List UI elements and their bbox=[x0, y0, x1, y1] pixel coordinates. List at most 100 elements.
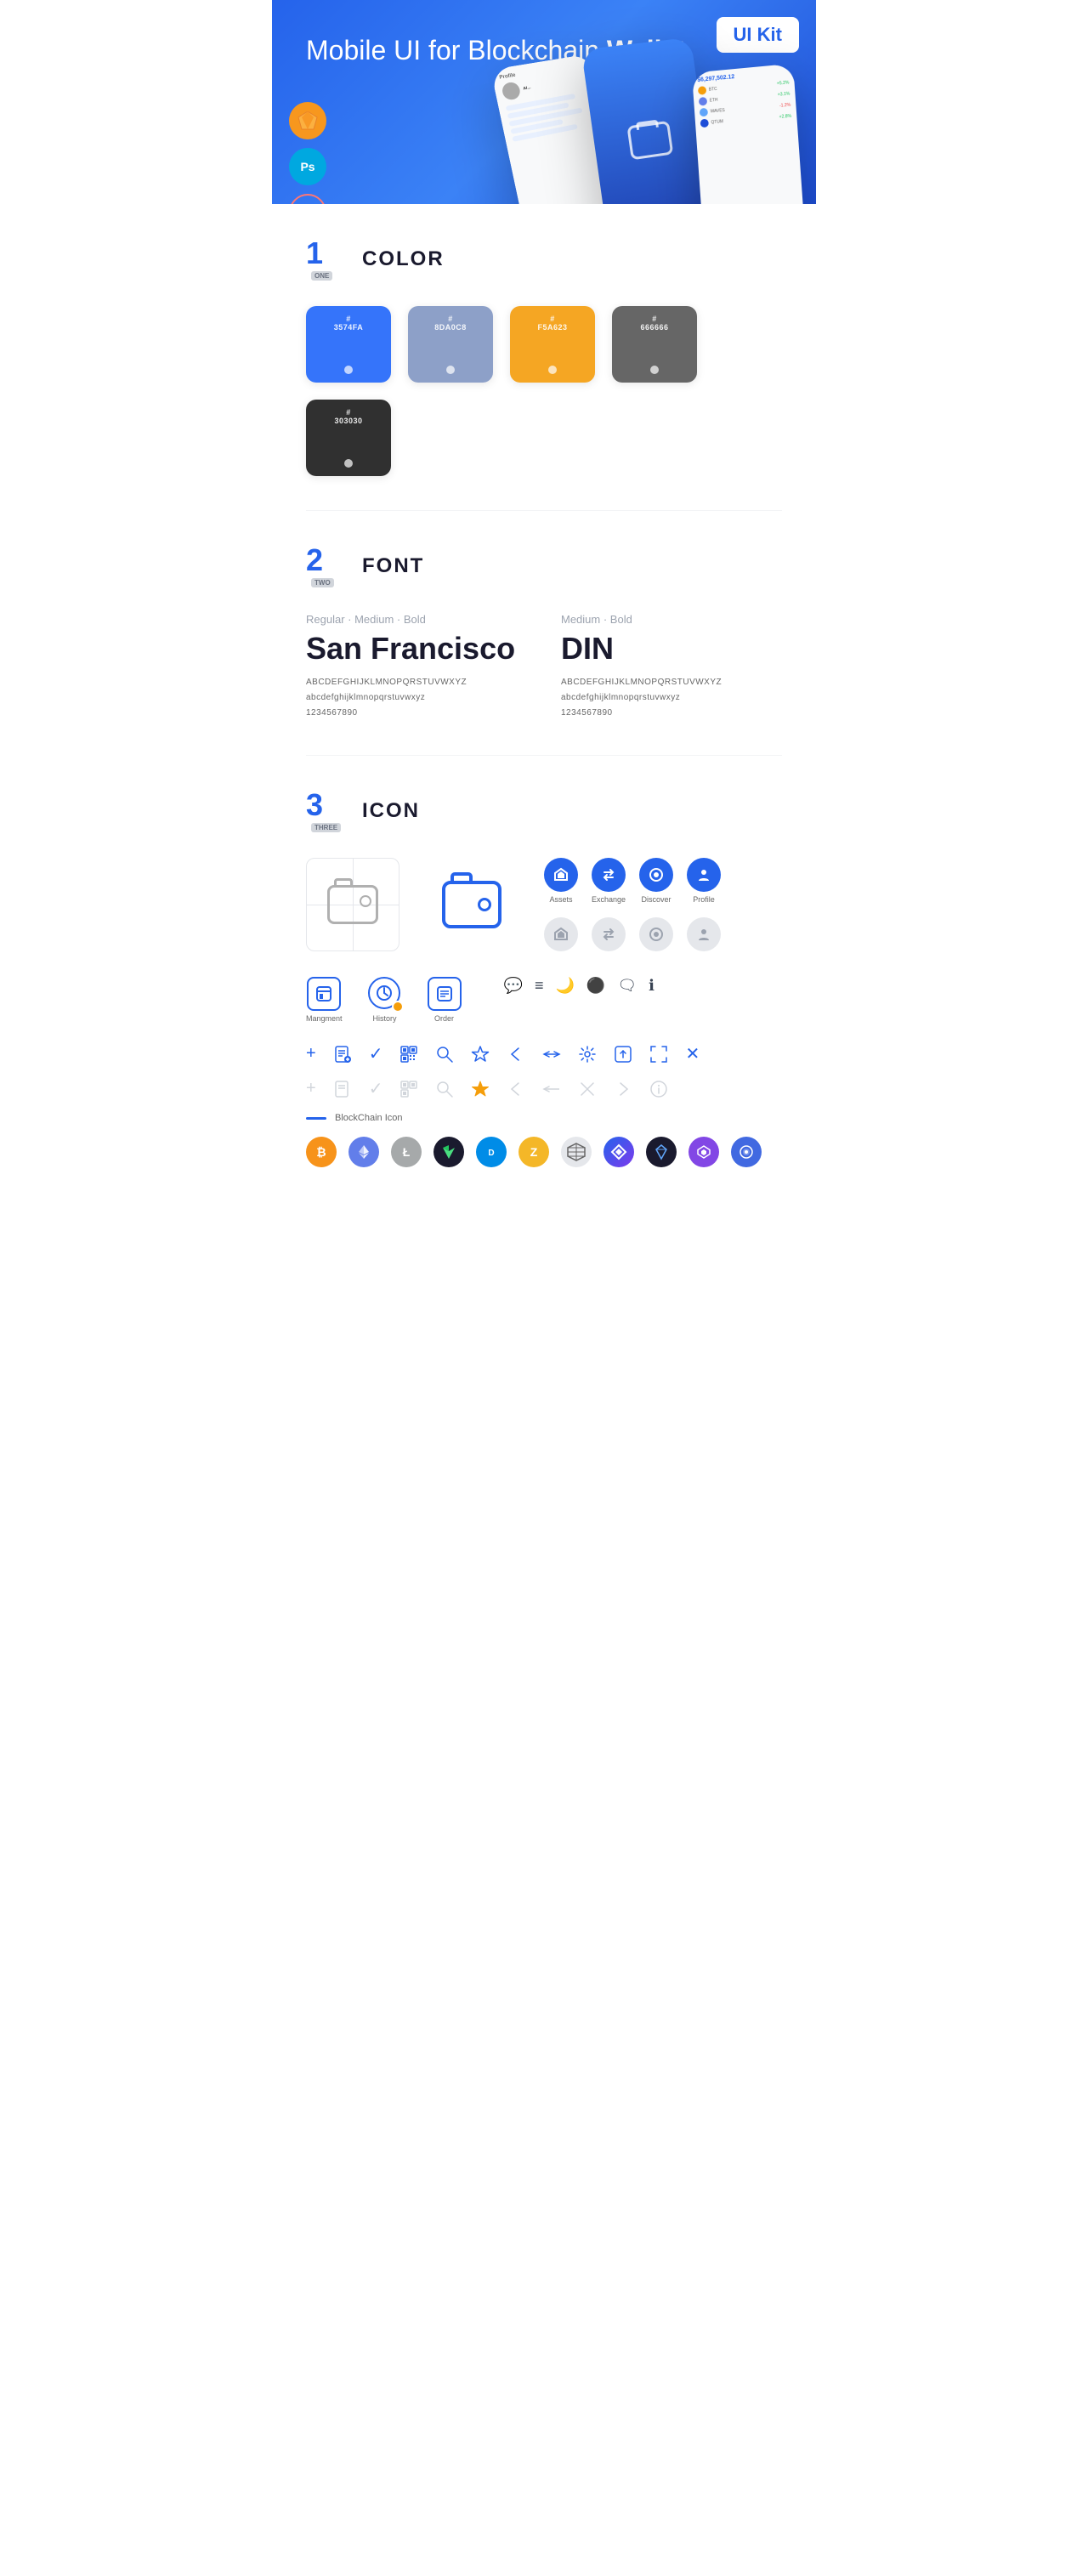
share-icon bbox=[542, 1045, 561, 1064]
wallet-blue-icon bbox=[442, 881, 502, 928]
star-icon-yellow bbox=[471, 1080, 490, 1098]
wallet-blue-box bbox=[425, 858, 518, 951]
font1-uppercase: ABCDEFGHIJKLMNOPQRSTUVWXYZ bbox=[306, 675, 527, 690]
x-icon-gray bbox=[578, 1080, 597, 1098]
exchange-icon-inactive bbox=[592, 917, 626, 951]
hero-badges: Ps 60+Screens bbox=[289, 102, 326, 204]
history-label: History bbox=[373, 1014, 397, 1023]
discover-icon-circle bbox=[639, 858, 673, 892]
profile-icon-inactive bbox=[687, 917, 721, 951]
history-clock-svg bbox=[376, 984, 393, 1001]
search-icon-gray bbox=[435, 1080, 454, 1098]
font2-numbers: 1234567890 bbox=[561, 706, 782, 721]
management-icon bbox=[315, 985, 332, 1002]
blockchain-label-text: BlockChain Icon bbox=[335, 1113, 403, 1123]
nav-icon-exchange: Exchange bbox=[592, 858, 626, 904]
color-title: COLOR bbox=[362, 247, 445, 271]
icon-management: Mangment bbox=[306, 977, 343, 1023]
bottom-icons-row: Mangment History bbox=[306, 977, 782, 1023]
discover-icon-gray bbox=[649, 927, 664, 942]
crypto-icons-row: ₿ Ł D Z bbox=[306, 1137, 782, 1167]
nav-icons-group: Assets Exchange bbox=[544, 858, 721, 951]
icon-section: 3 THREE ICON bbox=[272, 756, 816, 1201]
color-swatch-gray-blue: # 8DA0C8 bbox=[408, 306, 493, 383]
edit-doc-icon bbox=[333, 1045, 352, 1064]
crypto-grid-icon bbox=[561, 1137, 592, 1167]
edit-doc-icon-gray bbox=[333, 1080, 352, 1098]
matic-svg bbox=[695, 1143, 712, 1160]
photoshop-badge: Ps bbox=[289, 148, 326, 185]
color-section: 1 ONE COLOR # 3574FA # 8DA0C8 # F5A623 bbox=[272, 204, 816, 510]
svg-text:D: D bbox=[488, 1149, 494, 1158]
icon-section-header: 3 THREE ICON bbox=[306, 790, 782, 832]
nav-icon-assets: Assets bbox=[544, 858, 578, 904]
font1-numbers: 1234567890 bbox=[306, 706, 527, 721]
color-swatch-gray: # 666666 bbox=[612, 306, 697, 383]
moon-icon: 🌙 bbox=[555, 977, 574, 995]
gem-svg bbox=[653, 1143, 670, 1160]
discover-label: Discover bbox=[642, 895, 672, 904]
history-badge bbox=[392, 1001, 404, 1013]
profile-icon bbox=[696, 867, 711, 882]
crypto-matic-icon bbox=[688, 1137, 719, 1167]
arw-svg bbox=[610, 1143, 627, 1160]
crypto-arw-icon bbox=[604, 1137, 634, 1167]
font2-name: DIN bbox=[561, 631, 782, 667]
wallet-outline-box bbox=[306, 858, 400, 951]
nav-icon-assets-inactive bbox=[544, 917, 578, 951]
wallet-icon-hero bbox=[626, 121, 673, 161]
back-icon-gray bbox=[507, 1080, 525, 1098]
crypto-ltc-icon: Ł bbox=[391, 1137, 422, 1167]
color-card-dark: # 303030 bbox=[306, 400, 391, 476]
star-icon bbox=[471, 1045, 490, 1064]
nav-icon-discover-inactive bbox=[639, 917, 673, 951]
eth-svg bbox=[355, 1143, 372, 1160]
order-icon bbox=[436, 985, 453, 1002]
exchange-label: Exchange bbox=[592, 895, 626, 904]
phone-mockup-area: Profile AI... $6,297,50 bbox=[493, 34, 816, 204]
qr-icon bbox=[400, 1045, 418, 1064]
color-card-orange: # F5A623 bbox=[510, 306, 595, 383]
order-label: Order bbox=[434, 1014, 454, 1023]
info-icon: ℹ bbox=[649, 977, 654, 995]
color-card-gray: # 666666 bbox=[612, 306, 697, 383]
font1-style: Regular · Medium · Bold bbox=[306, 613, 527, 626]
qr-icon-gray bbox=[400, 1080, 418, 1098]
discover-icon bbox=[649, 867, 664, 882]
misc-icons-row1: 💬 ≡ 🌙 ⚫ 🗨 ℹ bbox=[504, 977, 654, 995]
assets-icon-gray bbox=[553, 927, 569, 942]
plus-icon: + bbox=[306, 1044, 316, 1064]
crypto-gem-icon bbox=[646, 1137, 677, 1167]
screens-label: 60+Screens bbox=[292, 203, 322, 204]
sketch-icon bbox=[298, 111, 318, 130]
color-section-number: 1 ONE bbox=[306, 238, 348, 281]
crypto-band-icon bbox=[731, 1137, 762, 1167]
search-icon bbox=[435, 1045, 454, 1064]
color-swatch-blue: # 3574FA bbox=[306, 306, 391, 383]
color-section-header: 1 ONE COLOR bbox=[306, 238, 782, 281]
dash-svg: D bbox=[483, 1143, 500, 1160]
chat-icon: 💬 bbox=[504, 977, 523, 995]
forward-icon-gray bbox=[614, 1080, 632, 1098]
upload-icon bbox=[614, 1045, 632, 1064]
nav-icon-profile-inactive bbox=[687, 917, 721, 951]
color-card-gray-blue: # 8DA0C8 bbox=[408, 306, 493, 383]
settings-icon bbox=[578, 1045, 597, 1064]
icon-top-row: Assets Exchange bbox=[306, 858, 782, 951]
exchange-icon-gray bbox=[601, 927, 616, 942]
font-grid: Regular · Medium · Bold San Francisco AB… bbox=[306, 613, 782, 721]
font2-lowercase: abcdefghijklmnopqrstuvwxyz bbox=[561, 690, 782, 706]
nav-icons-inactive-row bbox=[544, 917, 721, 951]
icon-order: Order bbox=[428, 977, 462, 1023]
back-icon bbox=[507, 1045, 525, 1064]
info-circle-icon-gray bbox=[649, 1080, 668, 1098]
font2-uppercase: ABCDEFGHIJKLMNOPQRSTUVWXYZ bbox=[561, 675, 782, 690]
assets-label: Assets bbox=[549, 895, 572, 904]
history-icon-container bbox=[368, 977, 402, 1011]
crypto-btc-icon: ₿ bbox=[306, 1137, 337, 1167]
ps-label: Ps bbox=[300, 160, 314, 173]
utility-icons-gray-row: + ✓ bbox=[306, 1078, 782, 1099]
nav-icons-active-row: Assets Exchange bbox=[544, 858, 721, 904]
blockchain-line-decoration bbox=[306, 1117, 326, 1120]
font1-name: San Francisco bbox=[306, 631, 527, 667]
